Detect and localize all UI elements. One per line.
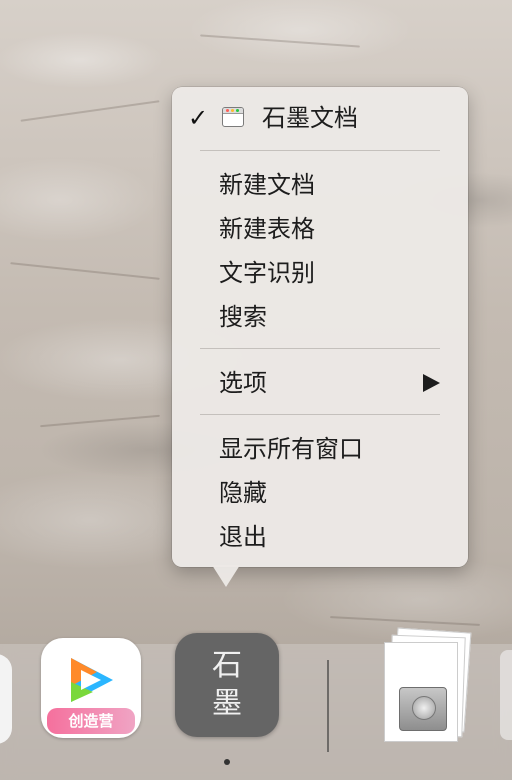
menu-separator	[200, 150, 440, 151]
menu-item-text-recognition[interactable]: 文字识别	[219, 258, 315, 288]
dock-divider	[327, 660, 329, 752]
menu-item-new-document[interactable]: 新建文档	[219, 170, 315, 200]
dock-context-menu: ✓ 石墨文档 新建文档 新建表格 文字识别 搜索 选项 显示所有窗口 隐藏 退出	[172, 87, 468, 567]
running-indicator-dot	[224, 759, 230, 765]
shimo-icon-text-bottom: 墨	[212, 686, 242, 721]
shimo-icon-text-top: 石	[212, 648, 242, 683]
tencent-banner-label: 创造营	[47, 708, 135, 734]
menu-separator	[200, 348, 440, 349]
menu-item-options[interactable]: 选项	[219, 368, 267, 398]
menu-separator	[200, 414, 440, 415]
menu-item-search[interactable]: 搜索	[219, 302, 267, 332]
app-window-icon	[222, 107, 244, 127]
downloads-stack-icon[interactable]	[384, 627, 472, 745]
shimo-docs-app-icon[interactable]: 石 墨	[175, 633, 279, 737]
triangle-right-icon	[423, 374, 440, 392]
play-icon	[71, 658, 113, 702]
menu-item-app-window[interactable]: 石墨文档	[262, 103, 358, 133]
menu-item-hide[interactable]: 隐藏	[219, 478, 267, 508]
dock-trash-partial[interactable]	[500, 650, 512, 740]
stack-page	[384, 642, 458, 742]
dock-app-icon-partial[interactable]	[0, 654, 12, 744]
menu-pointer	[212, 565, 240, 587]
menu-item-show-all-windows[interactable]: 显示所有窗口	[219, 434, 363, 464]
hard-disk-icon	[399, 687, 447, 731]
checkmark-icon: ✓	[188, 104, 209, 132]
menu-item-quit[interactable]: 退出	[219, 522, 267, 552]
tencent-video-app-icon[interactable]: 创造营	[41, 638, 141, 738]
menu-item-new-spreadsheet[interactable]: 新建表格	[219, 214, 315, 244]
